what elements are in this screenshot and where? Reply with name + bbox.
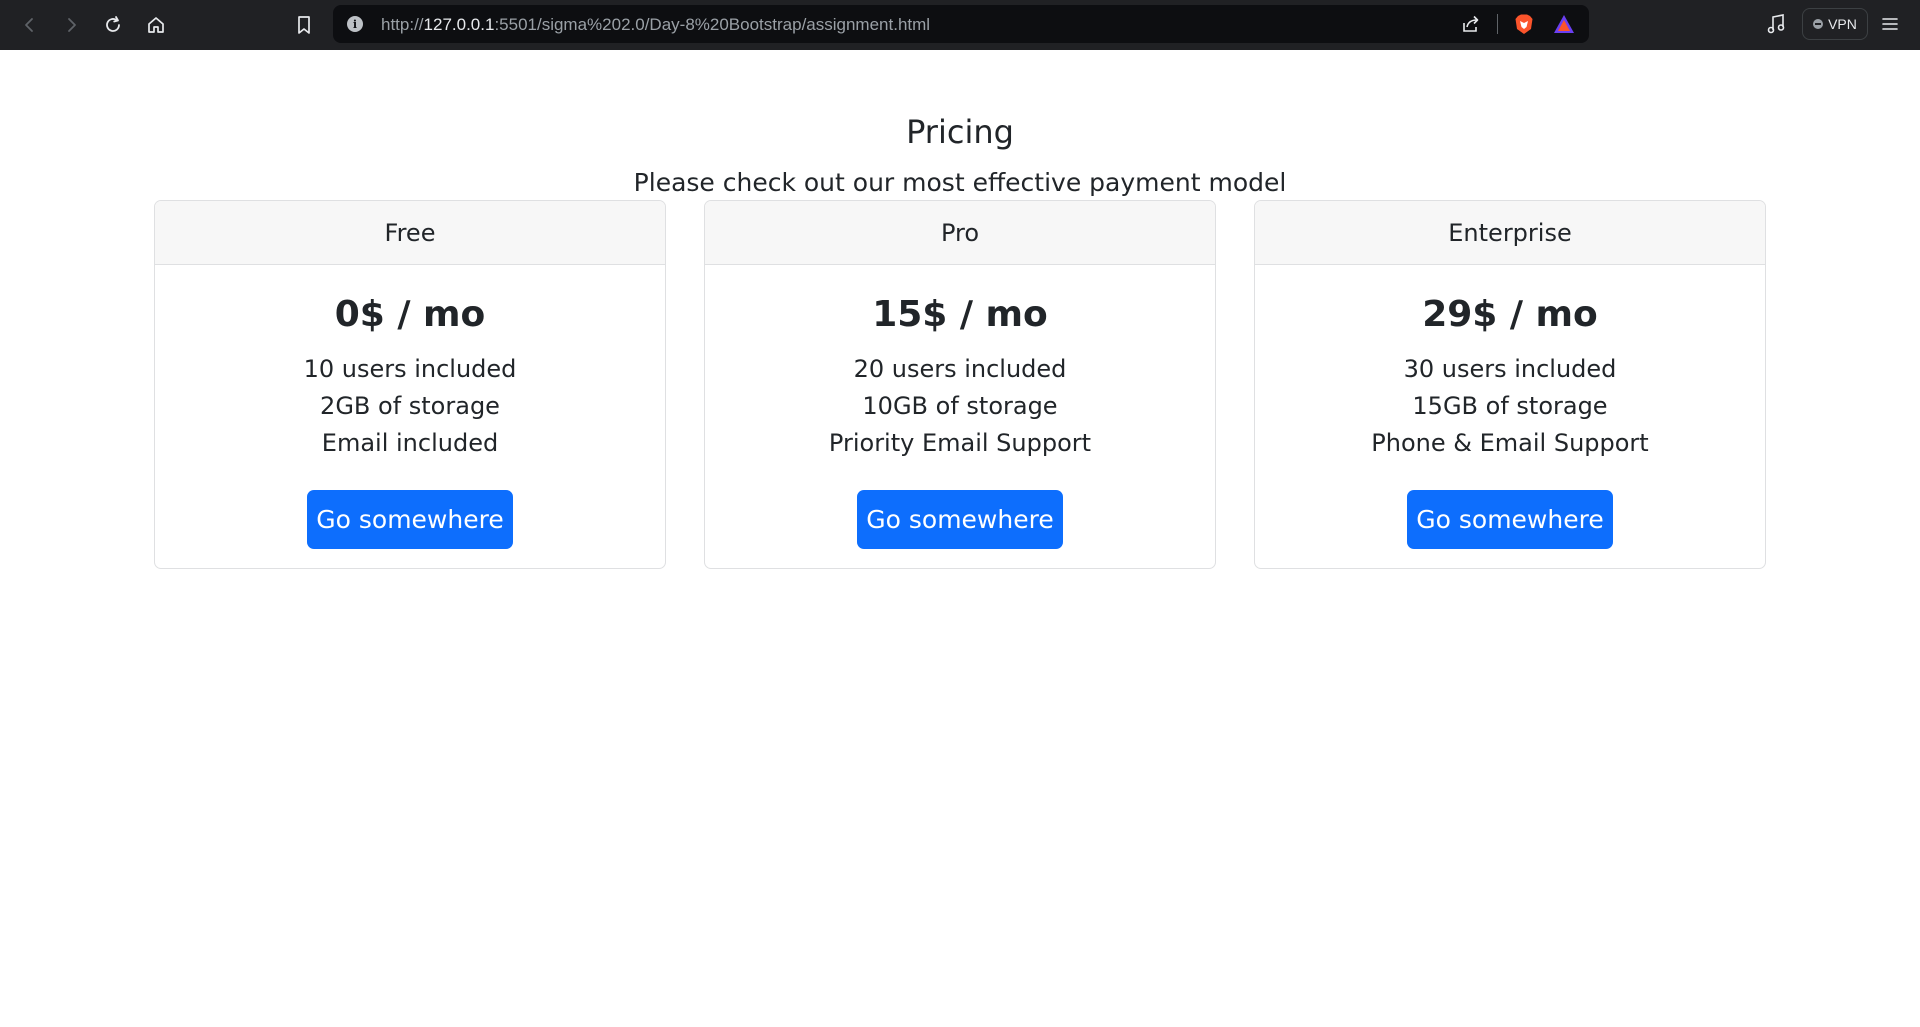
pricing-card-free: Free 0$ / mo 10 users included 2GB of st… <box>154 200 666 569</box>
feature-item: 30 users included <box>1403 355 1617 383</box>
feature-item: 10GB of storage <box>862 392 1058 420</box>
bookmark-icon[interactable] <box>290 11 318 39</box>
go-somewhere-button[interactable]: Go somewhere <box>1407 490 1613 549</box>
feature-item: Priority Email Support <box>828 429 1092 457</box>
vpn-label: VPN <box>1828 16 1857 32</box>
vpn-button[interactable]: VPN <box>1802 8 1868 40</box>
url-text[interactable]: http://127.0.0.1:5501/sigma%202.0/Day-8%… <box>381 15 930 35</box>
card-header: Pro <box>705 201 1215 265</box>
menu-icon[interactable] <box>1880 14 1900 39</box>
price: 29$ / mo <box>1422 294 1598 335</box>
feature-item: 2GB of storage <box>320 392 500 420</box>
music-icon[interactable] <box>1766 13 1786 40</box>
card-header: Enterprise <box>1255 201 1765 265</box>
brave-rewards-icon[interactable] <box>1553 14 1575 39</box>
reload-icon[interactable] <box>99 11 127 39</box>
feature-item: 20 users included <box>853 355 1067 383</box>
vpn-icon <box>1813 19 1824 29</box>
pricing-cards: Free 0$ / mo 10 users included 2GB of st… <box>154 200 1766 569</box>
card-body: 15$ / mo 20 users included 10GB of stora… <box>705 293 1215 549</box>
card-body: 29$ / mo 30 users included 15GB of stora… <box>1255 293 1765 549</box>
page-title: Pricing <box>906 113 1014 151</box>
info-icon[interactable]: i <box>347 16 363 32</box>
price: 15$ / mo <box>872 294 1048 335</box>
brave-shield-icon[interactable] <box>1513 13 1535 40</box>
go-somewhere-button[interactable]: Go somewhere <box>857 490 1063 549</box>
card-body: 0$ / mo 10 users included 2GB of storage… <box>155 293 665 549</box>
feature-list: 30 users included 15GB of storage Phone … <box>1255 351 1765 462</box>
pricing-card-enterprise: Enterprise 29$ / mo 30 users included 15… <box>1254 200 1766 569</box>
feature-list: 10 users included 2GB of storage Email i… <box>155 351 665 462</box>
forward-icon[interactable] <box>57 11 85 39</box>
feature-item: 15GB of storage <box>1412 392 1608 420</box>
go-somewhere-button[interactable]: Go somewhere <box>307 490 513 549</box>
feature-item: Email included <box>321 429 499 457</box>
feature-list: 20 users included 10GB of storage Priori… <box>705 351 1215 462</box>
feature-item: 10 users included <box>303 355 517 383</box>
feature-item: Phone & Email Support <box>1371 429 1649 457</box>
back-icon[interactable] <box>16 11 44 39</box>
share-icon[interactable] <box>1461 14 1481 39</box>
browser-toolbar: i http://127.0.0.1:5501/sigma%202.0/Day-… <box>0 0 1920 50</box>
toolbar-divider <box>1497 14 1498 34</box>
card-header: Free <box>155 201 665 265</box>
home-icon[interactable] <box>142 11 170 39</box>
pricing-card-pro: Pro 15$ / mo 20 users included 10GB of s… <box>704 200 1216 569</box>
address-bar[interactable]: i http://127.0.0.1:5501/sigma%202.0/Day-… <box>333 5 1589 43</box>
price: 0$ / mo <box>334 294 486 335</box>
page-subtitle: Please check out our most effective paym… <box>633 168 1287 197</box>
